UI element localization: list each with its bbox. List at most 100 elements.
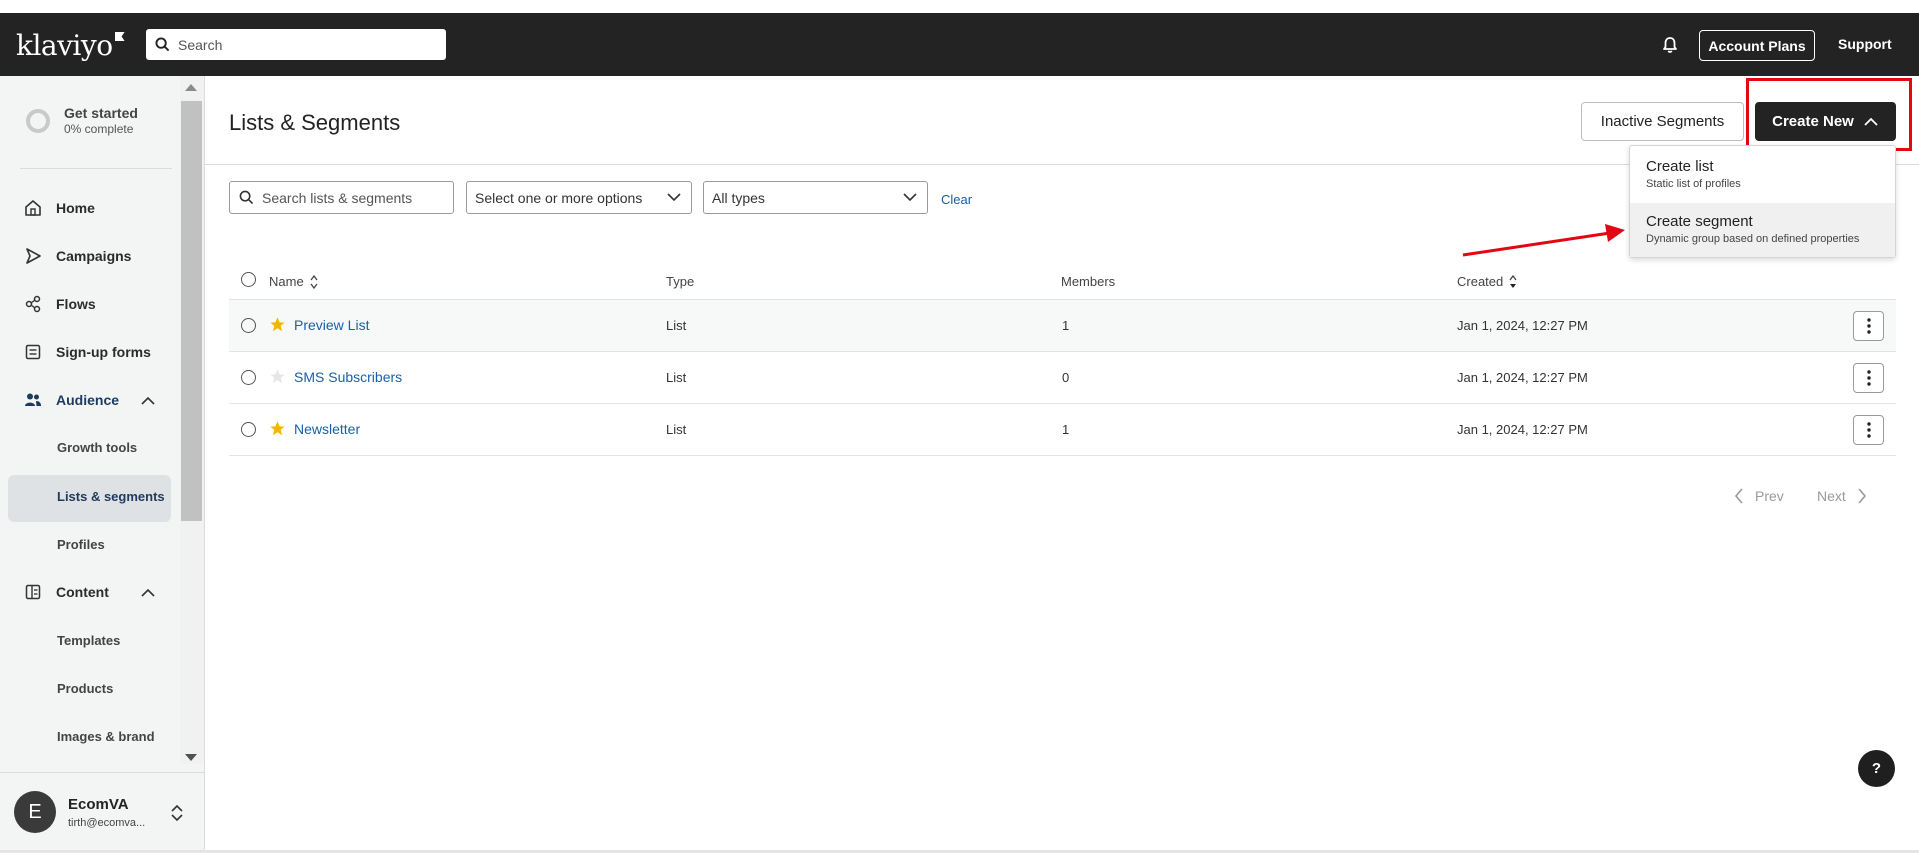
sidebar-item-label: Home [56,200,95,216]
sidebar-scroll-thumb[interactable] [181,101,202,521]
table-row[interactable]: Preview List List 1 Jan 1, 2024, 12:27 P… [229,300,1896,352]
list-members: 1 [1062,422,1070,437]
global-search-input[interactable] [178,36,428,53]
next-page-button[interactable]: Next [1817,488,1867,504]
more-vertical-icon [1866,370,1871,386]
column-members-label: Members [1061,274,1116,289]
chevron-updown-icon[interactable] [170,803,184,823]
lists-search[interactable] [229,181,454,214]
sidebar-item-images-brand[interactable]: Images & brand [57,729,155,744]
get-started-title: Get started [64,105,138,121]
star-filled-icon[interactable] [269,316,286,333]
logo-flag-icon [114,32,125,41]
content-icon [25,584,41,600]
sidebar-item-label: Flows [56,296,96,312]
column-name-label: Name [269,274,304,289]
search-icon [155,37,170,52]
create-new-dropdown: Create list Static list of profiles Crea… [1629,145,1896,258]
annotation-highlight-box [1746,78,1912,151]
user-email: tirth@ecomva... [68,817,146,829]
star-filled-icon[interactable] [269,420,286,437]
create-list-description: Static list of profiles [1646,178,1741,190]
table-row[interactable]: Newsletter List 1 Jan 1, 2024, 12:27 PM [229,404,1896,456]
next-label: Next [1817,488,1846,504]
sidebar-item-profiles[interactable]: Profiles [57,537,105,552]
more-vertical-icon [1866,318,1871,334]
inactive-segments-button[interactable]: Inactive Segments [1581,102,1744,141]
create-segment-option[interactable]: Create segment Dynamic group based on de… [1630,203,1895,257]
sidebar-item-content[interactable]: Content [24,583,109,601]
sort-icon [310,274,318,289]
column-name[interactable]: Name [269,274,318,289]
column-members: Members [1061,274,1115,289]
create-list-option[interactable]: Create list Static list of profiles [1630,158,1895,204]
list-created: Jan 1, 2024, 12:27 PM [1457,422,1588,437]
help-button[interactable]: ? [1858,750,1895,787]
clear-filters-link[interactable]: Clear [941,192,972,207]
campaigns-icon [26,248,41,264]
get-started-progress: 0% complete [64,122,134,136]
sidebar-item-audience[interactable]: Audience [24,391,119,409]
progress-ring-icon [26,108,50,133]
lists-search-input[interactable] [262,189,442,206]
sidebar-item-flows[interactable]: Flows [24,295,96,313]
get-started-widget[interactable]: Get started 0% complete [26,105,138,136]
row-checkbox[interactable] [241,422,256,437]
row-checkbox[interactable] [241,318,256,333]
sidebar-item-signup-forms[interactable]: Sign-up forms [24,343,151,361]
search-icon [239,190,254,205]
create-segment-title: Create segment [1646,213,1753,230]
sidebar-item-templates[interactable]: Templates [57,633,120,648]
types-select-value: All types [712,189,765,206]
star-empty-icon[interactable] [269,368,286,385]
sort-desc-icon [1509,274,1517,288]
options-select-value: Select one or more options [475,189,643,206]
select-all-checkbox[interactable] [241,272,256,287]
support-link[interactable]: Support [1838,36,1892,52]
sidebar-item-label: Content [56,584,109,600]
list-name-link[interactable]: SMS Subscribers [294,369,402,385]
column-type: Type [666,274,694,289]
prev-label: Prev [1755,488,1784,504]
row-checkbox[interactable] [241,370,256,385]
options-select[interactable]: Select one or more options [466,181,692,214]
create-segment-description: Dynamic group based on defined propertie… [1646,233,1860,245]
list-name-link[interactable]: Preview List [294,317,369,333]
user-account-switcher[interactable]: E EcomVA tirth@ecomva... [0,772,204,853]
row-more-button[interactable] [1853,311,1884,341]
list-members: 0 [1062,370,1070,385]
list-created: Jan 1, 2024, 12:27 PM [1457,318,1588,333]
sidebar-item-home[interactable]: Home [24,199,95,217]
sidebar-divider [20,168,172,169]
account-plans-button[interactable]: Account Plans [1699,30,1815,61]
logo-text: klaviyo [16,29,113,62]
prev-page-button[interactable]: Prev [1734,488,1784,504]
forms-icon [25,344,41,360]
table-row[interactable]: SMS Subscribers List 0 Jan 1, 2024, 12:2… [229,352,1896,404]
list-members: 1 [1062,318,1070,333]
column-created[interactable]: Created [1457,274,1517,289]
sidebar-item-campaigns[interactable]: Campaigns [24,247,131,265]
sidebar-item-lists-segments[interactable]: Lists & segments [57,489,165,504]
list-created: Jan 1, 2024, 12:27 PM [1457,370,1588,385]
global-search[interactable] [146,29,446,60]
chevron-up-icon[interactable] [140,588,156,598]
avatar: E [14,791,56,833]
scroll-up-arrow-icon[interactable] [185,84,197,91]
types-select[interactable]: All types [703,181,928,214]
row-more-button[interactable] [1853,415,1884,445]
bell-icon[interactable] [1660,35,1680,55]
sidebar-item-label: Campaigns [56,248,132,264]
list-type: List [666,318,687,333]
row-more-button[interactable] [1853,363,1884,393]
scroll-down-arrow-icon[interactable] [185,754,197,761]
list-type: List [666,422,687,437]
top-strip [0,0,1919,13]
sidebar-item-growth-tools[interactable]: Growth tools [57,440,137,455]
list-name-link[interactable]: Newsletter [294,421,360,437]
chevron-down-icon [667,193,681,202]
sidebar-item-products[interactable]: Products [57,681,113,696]
chevron-up-icon[interactable] [140,396,156,406]
user-name: EcomVA [68,796,129,813]
klaviyo-logo[interactable]: klaviyo [16,29,125,62]
